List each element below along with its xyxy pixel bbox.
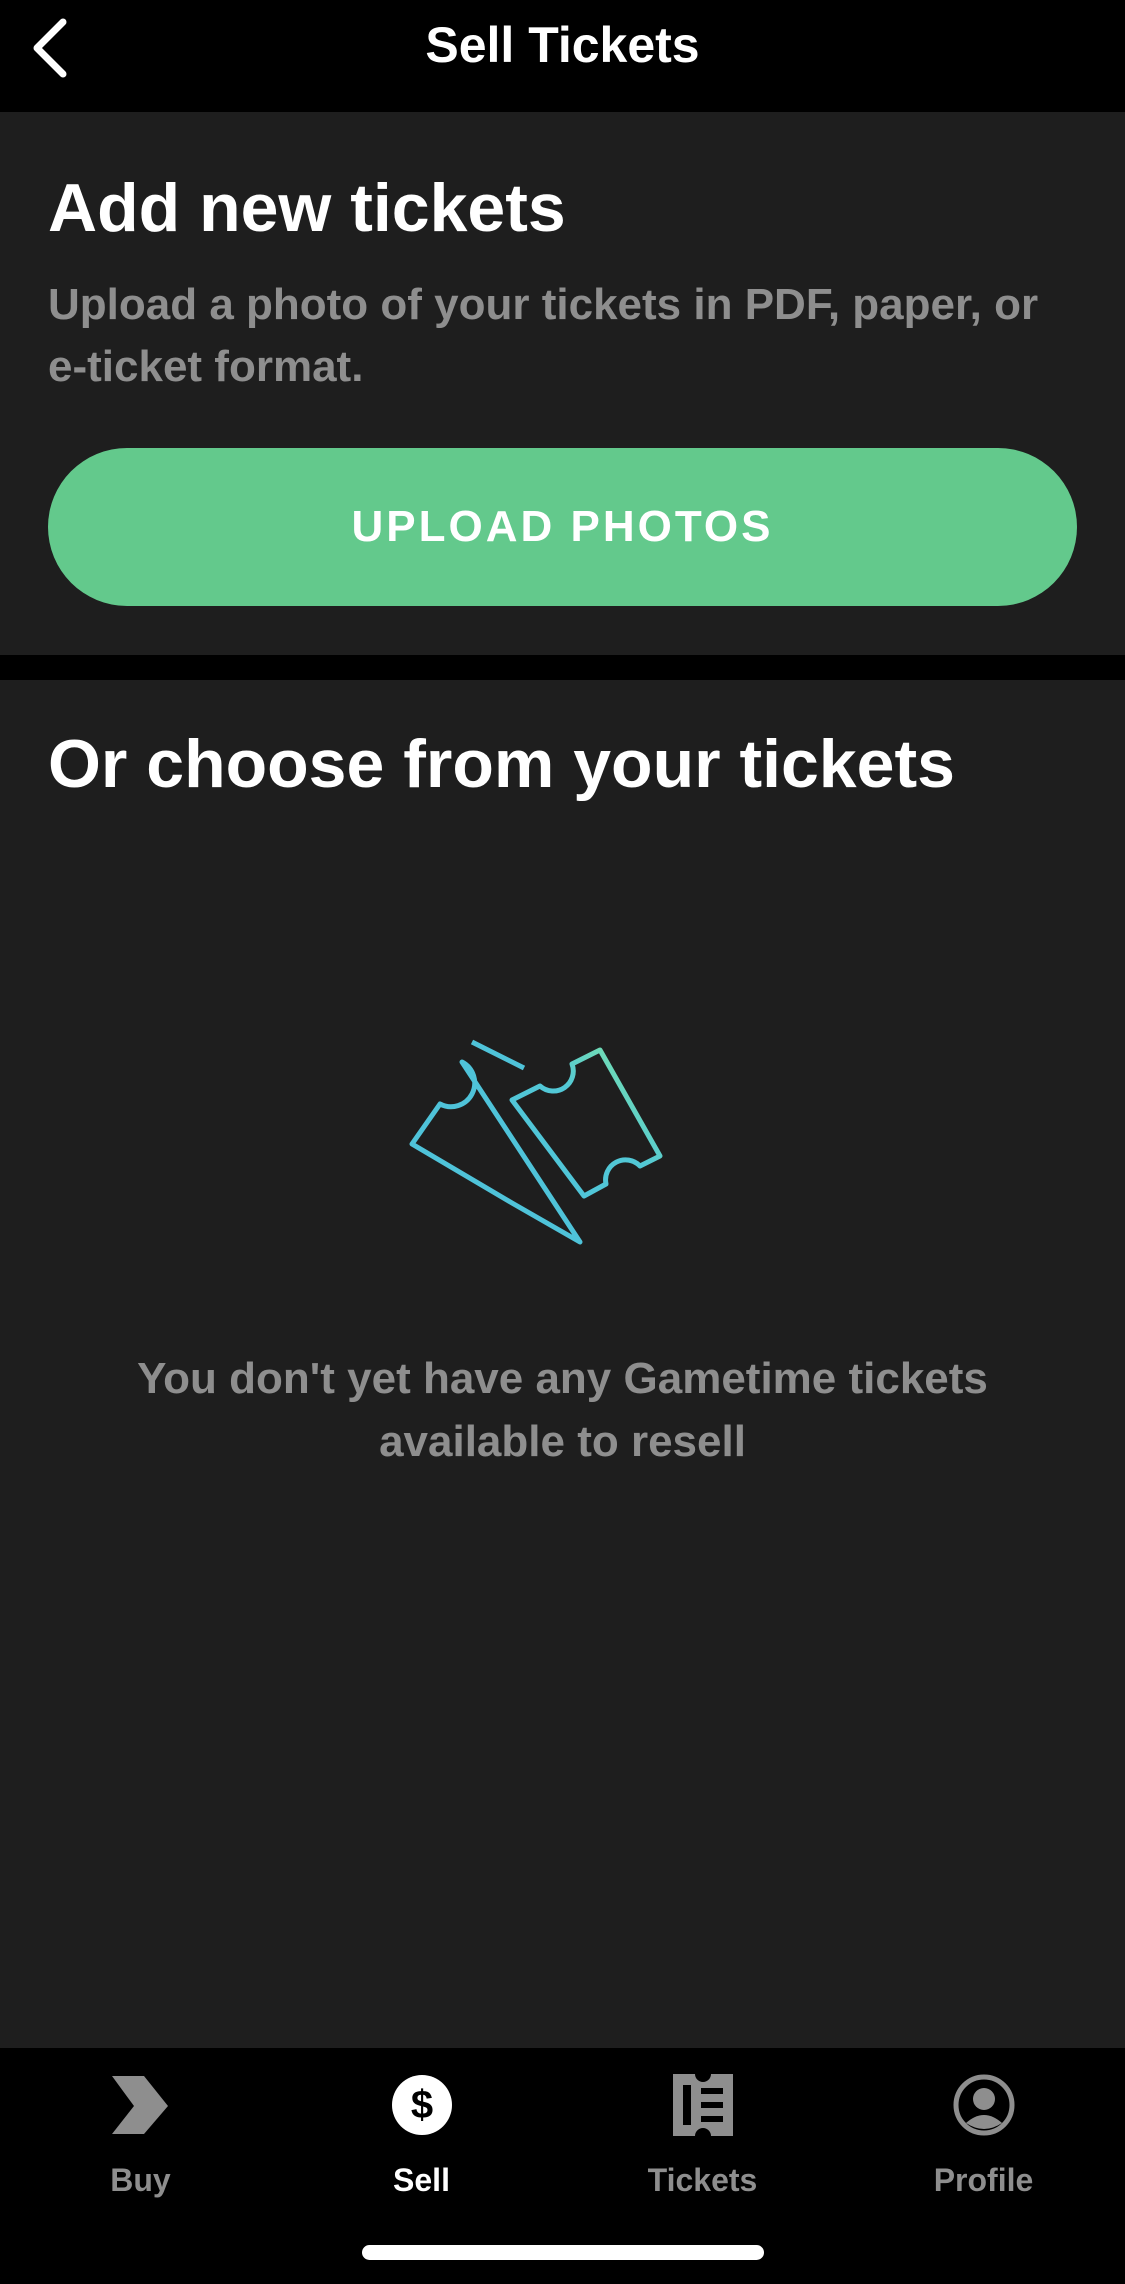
upload-photos-button[interactable]: UPLOAD PHOTOS — [48, 448, 1077, 606]
upload-section-heading: Add new tickets — [48, 170, 566, 246]
ticket-icon — [668, 2070, 738, 2140]
navigation-bar: Sell Tickets — [0, 0, 1125, 110]
svg-text:$: $ — [410, 2083, 432, 2127]
upload-section-description: Upload a photo of your tickets in PDF, p… — [48, 280, 1039, 391]
tickets-section: Or choose from your tickets You don't ye… — [0, 680, 1125, 2048]
profile-icon — [949, 2070, 1019, 2140]
tickets-section-heading: Or choose from your tickets — [48, 726, 955, 802]
tickets-icon — [409, 1039, 663, 1245]
empty-state-message: You don't yet have any Gametime tickets … — [137, 1354, 988, 1466]
gametime-logo-icon — [106, 2070, 176, 2140]
home-indicator — [362, 2245, 764, 2260]
tab-profile-label: Profile — [933, 2162, 1034, 2198]
tab-sell-label: Sell — [393, 2162, 450, 2198]
tab-sell[interactable]: $ Sell — [281, 2070, 562, 2220]
page-title: Sell Tickets — [425, 17, 700, 73]
dollar-icon: $ — [387, 2070, 457, 2140]
tab-buy-label: Buy — [110, 2162, 171, 2198]
upload-section: Add new tickets Upload a photo of your t… — [0, 112, 1125, 655]
tab-tickets-label: Tickets — [647, 2162, 758, 2198]
tab-tickets[interactable]: Tickets — [562, 2070, 843, 2220]
tab-profile[interactable]: Profile — [843, 2070, 1124, 2220]
tab-buy[interactable]: Buy — [0, 2070, 281, 2220]
